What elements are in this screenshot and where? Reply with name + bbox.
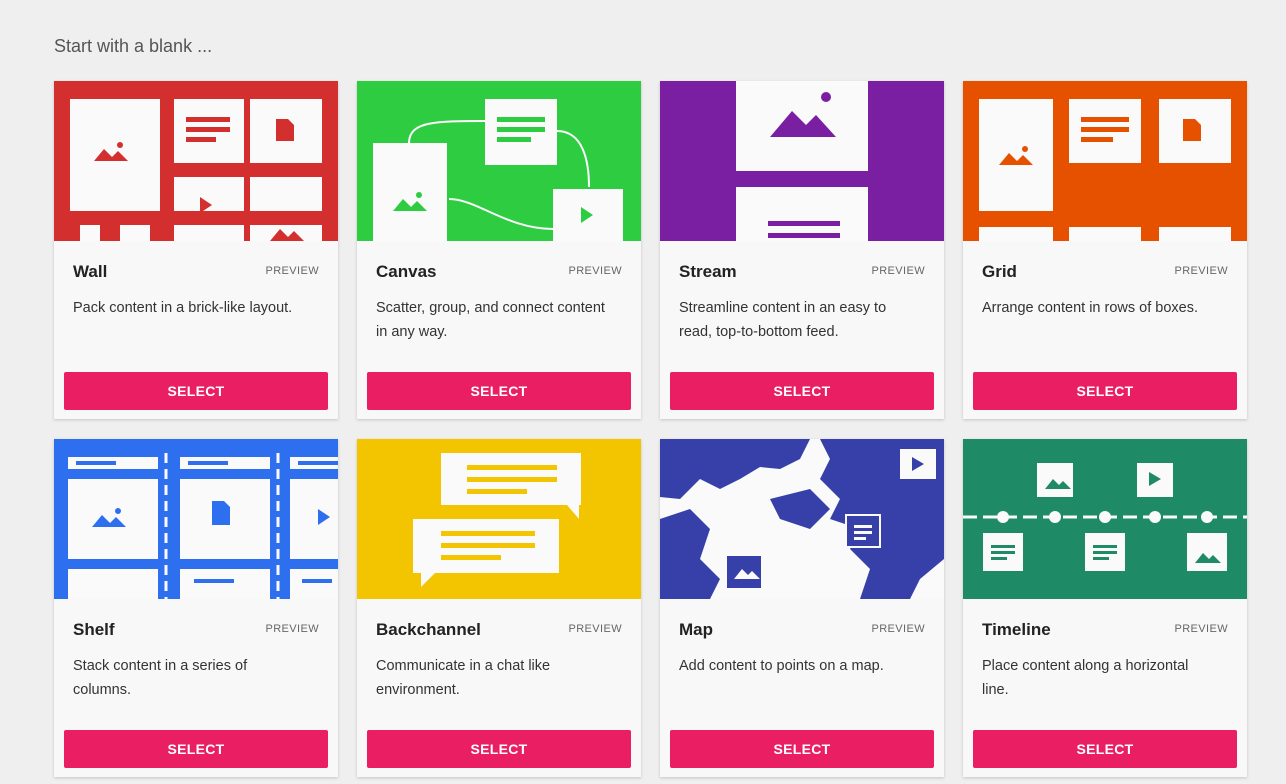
timeline-layout-icon [963, 439, 1247, 599]
card-description: Pack content in a brick-like layout. [73, 300, 293, 316]
preview-link[interactable]: PREVIEW [265, 623, 319, 635]
select-button[interactable]: SELECT [670, 730, 934, 768]
layout-card-wall: Wall PREVIEW Pack content in a brick-lik… [54, 81, 338, 419]
layout-card-stream: Stream PREVIEW Streamline content in an … [660, 81, 944, 419]
card-description: Streamline content in an easy to read, t… [679, 300, 887, 340]
layout-card-timeline: Timeline PREVIEW Place content along a h… [963, 439, 1247, 777]
card-description: Communicate in a chat like environment. [376, 658, 551, 698]
select-button[interactable]: SELECT [64, 730, 328, 768]
select-button[interactable]: SELECT [973, 730, 1237, 768]
card-title: Canvas [376, 262, 437, 281]
card-description: Scatter, group, and connect content in a… [376, 300, 605, 340]
card-description: Place content along a horizontal line. [982, 658, 1189, 698]
layout-card-map: Map PREVIEW Add content to points on a m… [660, 439, 944, 777]
card-description: Stack content in a series of columns. [73, 658, 248, 698]
card-title: Timeline [982, 620, 1051, 639]
grid-layout-icon [963, 81, 1247, 241]
page-heading: Start with a blank ... [54, 36, 213, 56]
layout-card-canvas: Canvas PREVIEW Scatter, group, and conne… [357, 81, 641, 419]
card-title: Map [679, 620, 713, 639]
preview-link[interactable]: PREVIEW [871, 623, 925, 635]
select-button[interactable]: SELECT [64, 372, 328, 410]
preview-link[interactable]: PREVIEW [568, 265, 622, 277]
card-description: Add content to points on a map. [679, 658, 884, 674]
select-button[interactable]: SELECT [973, 372, 1237, 410]
select-button[interactable]: SELECT [367, 372, 631, 410]
layout-card-grid: Wall PREVIEW Pack content in a brick-lik… [54, 81, 1247, 777]
shelf-layout-icon [54, 439, 338, 599]
preview-link[interactable]: PREVIEW [265, 265, 319, 277]
card-title: Grid [982, 262, 1017, 281]
stream-layout-icon [660, 81, 944, 241]
layout-card-backchannel: Backchannel PREVIEW Communicate in a cha… [357, 439, 641, 777]
layout-card-shelf: Shelf PREVIEW Stack content in a series … [54, 439, 338, 777]
card-title: Backchannel [376, 620, 481, 639]
wall-layout-icon [54, 81, 338, 241]
card-title: Shelf [73, 620, 115, 639]
layout-card-grid-layout: Grid PREVIEW Arrange content in rows of … [963, 81, 1247, 419]
card-description: Arrange content in rows of boxes. [982, 300, 1199, 316]
backchannel-layout-icon [357, 439, 641, 599]
preview-link[interactable]: PREVIEW [871, 265, 925, 277]
card-title: Wall [73, 262, 108, 281]
select-button[interactable]: SELECT [670, 372, 934, 410]
preview-link[interactable]: PREVIEW [1174, 623, 1228, 635]
preview-link[interactable]: PREVIEW [1174, 265, 1228, 277]
card-title: Stream [679, 262, 737, 281]
map-layout-icon [660, 439, 944, 599]
canvas-layout-icon [357, 81, 641, 241]
select-button[interactable]: SELECT [367, 730, 631, 768]
preview-link[interactable]: PREVIEW [568, 623, 622, 635]
